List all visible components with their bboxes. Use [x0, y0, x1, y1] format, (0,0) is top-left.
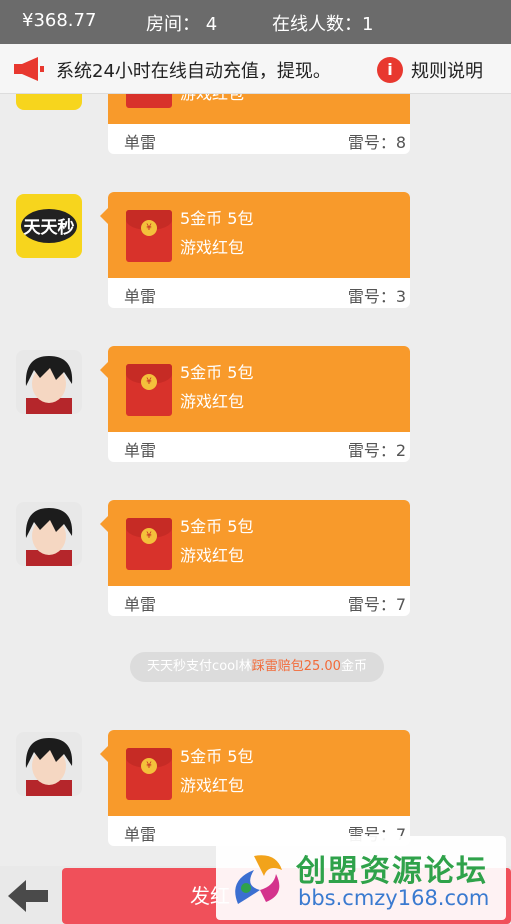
- packet-label: 游戏红包: [180, 238, 245, 257]
- online-count: 在线人数：1: [272, 14, 374, 35]
- avatar[interactable]: 天天秒: [16, 194, 82, 258]
- red-envelope-icon: ¥: [126, 748, 172, 800]
- megaphone-icon: [14, 57, 44, 81]
- packet-label: 游戏红包: [180, 776, 245, 795]
- red-envelope-icon: ¥: [126, 364, 172, 416]
- mine-number: 雷号：3: [347, 287, 406, 306]
- avatar[interactable]: [16, 502, 82, 566]
- red-packet-message[interactable]: ¥ 游戏红包 单雷 雷号：8: [108, 94, 410, 154]
- watermark-title: 创盟资源论坛: [296, 854, 488, 889]
- room-number: 房间： 4: [146, 14, 218, 35]
- avatar[interactable]: [16, 94, 82, 110]
- packet-amount: 5金币 5包: [180, 363, 254, 382]
- mine-type: 单雷: [124, 825, 157, 844]
- avatar[interactable]: [16, 732, 82, 796]
- back-arrow-icon[interactable]: [6, 878, 50, 914]
- app-logo-icon: 天天秒: [21, 209, 77, 243]
- red-packet-message[interactable]: ¥ 5金币 5包 游戏红包 单雷 雷号：7: [100, 730, 410, 846]
- cartoon-boy-icon: [16, 350, 82, 414]
- red-packet-message[interactable]: ¥ 5金币 5包 游戏红包 单雷 雷号：7: [100, 500, 410, 616]
- packet-label: 游戏红包: [180, 546, 245, 565]
- red-packet-message[interactable]: ¥ 5金币 5包 游戏红包 单雷 雷号：3: [100, 192, 410, 308]
- packet-amount: 5金币 5包: [180, 517, 254, 536]
- system-message: 天天秒支付cool林踩雷赔包25.00金币: [130, 652, 384, 682]
- watermark: 创盟资源论坛 bbs.cmzy168.com: [216, 836, 506, 920]
- mine-type: 单雷: [124, 287, 157, 306]
- red-packet-message[interactable]: ¥ 5金币 5包 游戏红包 单雷 雷号：2: [100, 346, 410, 462]
- avatar[interactable]: [16, 350, 82, 414]
- mine-number: 雷号：7: [347, 595, 406, 614]
- forum-logo-icon: [235, 855, 282, 904]
- packet-label: 游戏红包: [180, 392, 245, 411]
- packet-label: 游戏红包: [180, 94, 244, 104]
- top-status-bar: ¥368.77 房间： 4 在线人数：1: [0, 0, 511, 44]
- svg-text:天天秒: 天天秒: [24, 217, 75, 238]
- mine-number: 雷号：2: [347, 441, 406, 460]
- packet-amount: 5金币 5包: [180, 209, 254, 228]
- packet-amount: 5金币 5包: [180, 747, 254, 766]
- mine-type: 单雷: [124, 441, 157, 460]
- red-envelope-icon: ¥: [126, 518, 172, 570]
- balance-text: ¥368.77: [22, 10, 97, 31]
- watermark-url: bbs.cmzy168.com: [298, 886, 490, 910]
- notice-bar: 系统24小时在线自动充值，提现。 i 规则说明: [0, 44, 511, 94]
- mine-type: 单雷: [124, 595, 157, 614]
- rules-link[interactable]: 规则说明: [411, 57, 483, 83]
- cartoon-boy-icon: [16, 732, 82, 796]
- red-envelope-icon: ¥: [126, 94, 172, 108]
- cartoon-boy-icon: [16, 502, 82, 566]
- info-icon[interactable]: i: [377, 57, 403, 83]
- chat-list[interactable]: ¥ 游戏红包 单雷 雷号：8 天天秒 ¥ 5金币 5包 游戏红包 单雷 雷号：3: [0, 94, 511, 866]
- notice-text: 系统24小时在线自动充值，提现。: [56, 61, 331, 82]
- mine-number: 雷号：8: [347, 133, 406, 152]
- mine-type: 单雷: [124, 133, 157, 152]
- red-envelope-icon: ¥: [126, 210, 172, 262]
